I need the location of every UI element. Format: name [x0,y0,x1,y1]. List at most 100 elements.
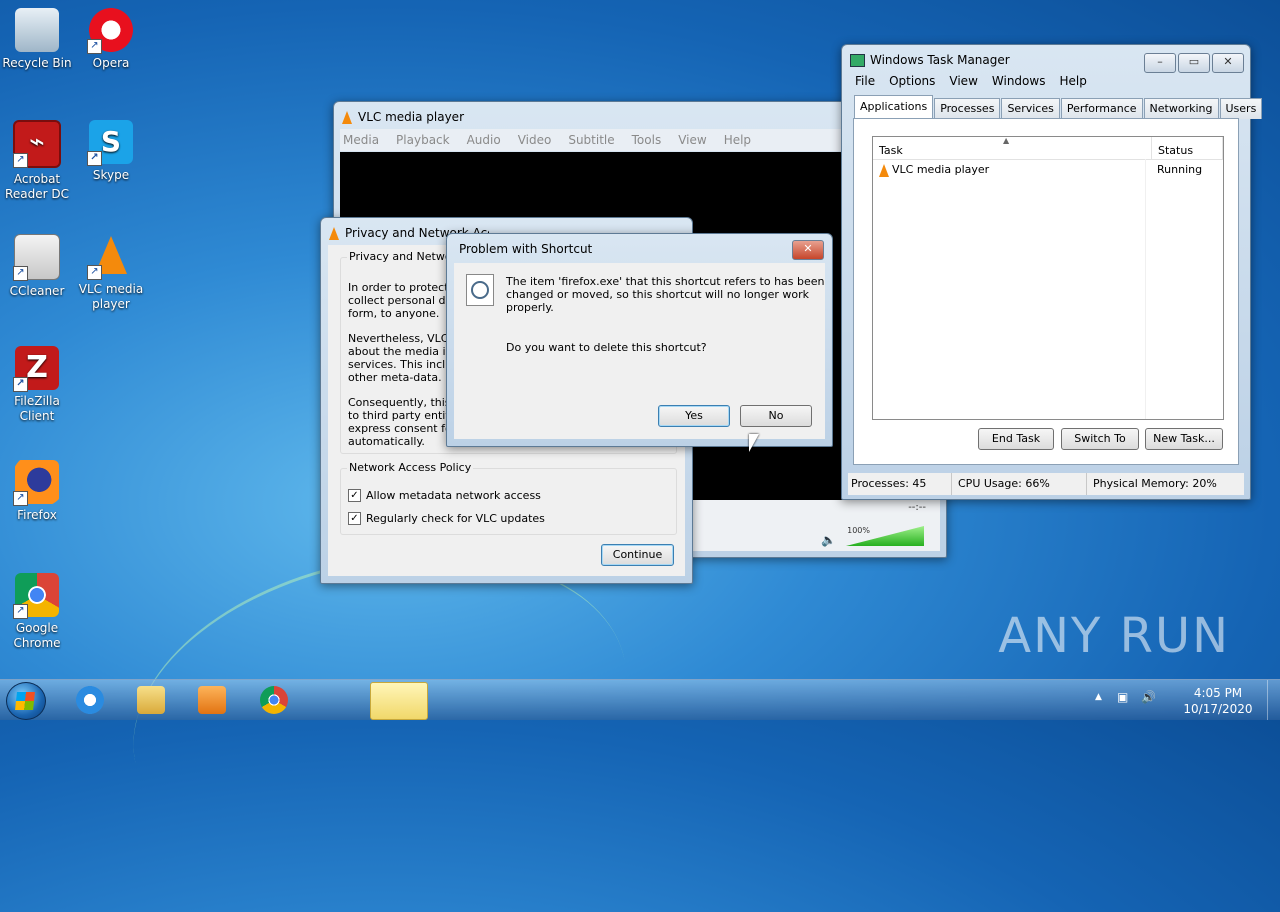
taskbar-chrome[interactable] [246,682,302,718]
desktop-icon-label: VLC media player [78,282,144,311]
taskmgr-menubar: File Options View Windows Help [855,74,1101,92]
new-task-button[interactable]: New Task... [1145,428,1223,450]
desktop-icon-opera[interactable]: ↗ Opera [75,8,147,71]
mouse-cursor [749,434,759,452]
volume-slider[interactable] [846,526,924,546]
taskmgr-icon [850,53,865,67]
desktop-icon-recycle-bin[interactable]: Recycle Bin [1,8,73,71]
problem-dialog[interactable]: Problem with Shortcut ✕ The item 'firefo… [446,233,833,447]
menu-video[interactable]: Video [515,129,560,151]
desktop-icon-label: CCleaner [9,284,65,298]
end-task-button[interactable]: End Task [978,428,1054,450]
desktop-icon-chrome[interactable]: ↗ Google Chrome [1,573,73,651]
switch-to-button[interactable]: Switch To [1061,428,1139,450]
checkmark-icon: ✓ [348,512,361,525]
desktop-icon-label: Firefox [17,508,57,522]
desktop-icon-ccleaner[interactable]: ↗ CCleaner [1,234,73,299]
firefox-icon: ↗ [13,460,59,506]
desktop-icon-label: Opera [92,56,130,70]
folder-icon [137,686,165,714]
status-cpu: CPU Usage: 66% [952,473,1087,495]
vlc-icon: ↗ [87,234,133,280]
show-hidden-icons[interactable]: ▲ [1095,692,1102,702]
skype-icon: S ↗ [87,120,133,166]
menu-options[interactable]: Options [889,74,935,92]
close-button[interactable]: ✕ [1212,53,1244,73]
taskmgr-title: Windows Task Manager [850,45,1010,75]
menu-tools[interactable]: Tools [629,129,670,151]
chrome-icon: ↗ [13,573,59,619]
sort-arrow-icon: ▲ [1003,136,1010,145]
desktop-icon-label: Skype [92,168,130,182]
problem-question: Do you want to delete this shortcut? [506,341,707,354]
table-row[interactable]: VLC media player Running [873,160,1223,180]
chrome-icon [260,686,288,714]
check-updates-checkbox[interactable]: ✓ Regularly check for VLC updates [348,512,545,525]
close-button[interactable]: ✕ [792,240,824,260]
menu-media[interactable]: Media [340,129,387,151]
clock-date: 10/17/2020 [1183,702,1253,716]
network-icon[interactable]: ▣ [1117,690,1128,704]
speaker-icon[interactable]: 🔈 [821,533,836,547]
problem-caption-buttons: ✕ [790,240,824,260]
media-player-icon [198,686,226,714]
show-desktop-button[interactable] [1267,680,1280,720]
clock[interactable]: 4:05 PM 10/17/2020 [1178,685,1258,717]
menu-subtitle[interactable]: Subtitle [565,129,622,151]
internet-explorer-icon [76,686,104,714]
vlc-icon [342,110,352,124]
taskmgr-caption-buttons: – ▭ ✕ [1142,53,1244,73]
taskbar-active-task[interactable] [370,682,428,720]
recycle-bin-icon [15,8,59,52]
menu-file[interactable]: File [855,74,875,92]
anyrun-watermark: ANY RUN [998,608,1230,664]
desktop-icon-vlc[interactable]: ↗ VLC media player [75,234,147,312]
desktop-icon-acrobat[interactable]: ⌁ ↗ Acrobat Reader DC [1,120,73,202]
task-status: Running [1157,163,1203,176]
desktop-icon-label: Recycle Bin [2,56,72,70]
desktop-icon-firefox[interactable]: ↗ Firefox [1,460,73,523]
menu-help[interactable]: Help [721,129,759,151]
menu-audio[interactable]: Audio [464,129,509,151]
vlc-icon [329,226,339,240]
taskbar-media-player[interactable] [184,682,240,718]
tab-performance[interactable]: Performance [1060,98,1143,119]
allow-metadata-checkbox[interactable]: ✓ Allow metadata network access [348,489,541,502]
tab-users[interactable]: Users [1219,98,1263,119]
desktop-icon-skype[interactable]: S ↗ Skype [75,120,147,183]
start-button[interactable] [6,682,46,720]
column-status[interactable]: Status [1152,137,1223,159]
menu-help[interactable]: Help [1059,74,1086,92]
no-button[interactable]: No [740,405,812,427]
continue-button[interactable]: Continue [601,544,674,566]
task-manager-window[interactable]: Windows Task Manager – ▭ ✕ File Options … [841,44,1263,500]
vlc-icon [879,163,889,177]
filezilla-icon: Z ↗ [13,346,59,392]
maximize-button[interactable]: ▭ [1178,53,1210,73]
tab-networking[interactable]: Networking [1143,98,1219,119]
menu-playback[interactable]: Playback [393,129,458,151]
opera-icon: ↗ [87,8,133,54]
vlc-title: VLC media player [342,102,464,132]
taskbar-explorer[interactable] [123,682,179,718]
problem-title: Problem with Shortcut [459,242,593,256]
yes-button[interactable]: Yes [658,405,730,427]
menu-view[interactable]: View [675,129,714,151]
checkbox-label: Allow metadata network access [366,489,541,502]
network-policy-title: Network Access Policy [347,461,474,474]
column-task[interactable]: Task ▲ [873,136,1152,159]
problem-body: The item 'firefox.exe' that this shortcu… [454,263,825,439]
tab-applications[interactable]: Applications [854,95,934,120]
menu-windows[interactable]: Windows [992,74,1046,92]
volume-icon[interactable]: 🔊 [1141,690,1156,704]
tab-processes[interactable]: Processes [934,98,1001,119]
desktop-icon-filezilla[interactable]: Z ↗ FileZilla Client [1,346,73,424]
task-list[interactable]: Task ▲ Status VLC media player Running [872,136,1224,420]
minimize-button[interactable]: – [1144,53,1176,73]
tab-services[interactable]: Services [1001,98,1060,119]
taskbar-ie[interactable] [62,682,118,718]
menu-view[interactable]: View [949,74,977,92]
task-name: VLC media player [892,163,990,176]
acrobat-icon: ⌁ ↗ [13,120,61,168]
clock-time: 4:05 PM [1193,686,1243,700]
